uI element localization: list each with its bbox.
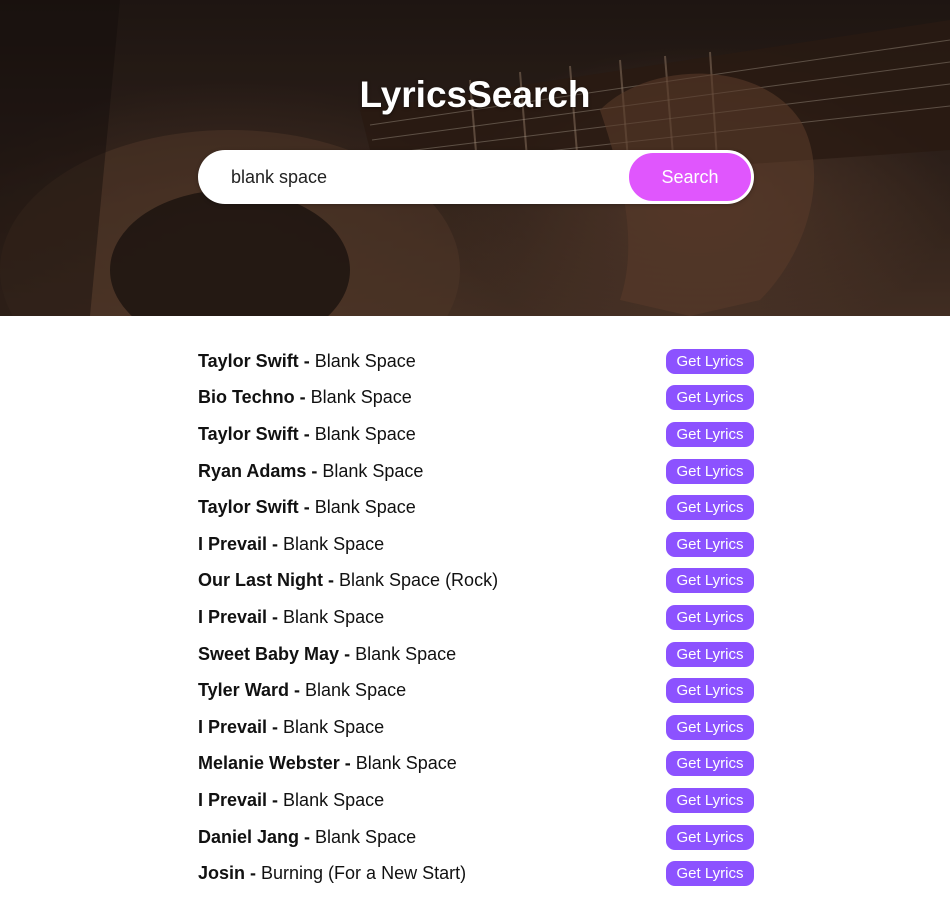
get-lyrics-button[interactable]: Get Lyrics — [666, 678, 754, 704]
separator: - — [306, 460, 323, 481]
results-list: Taylor Swift - Blank Space Get Lyrics Bi… — [198, 343, 754, 892]
song-info: I Prevail - Blank Space — [198, 607, 384, 628]
result-row: Daniel Jang - Blank Space Get Lyrics — [198, 819, 754, 856]
result-row: I Prevail - Blank Space Get Lyrics — [198, 782, 754, 819]
song-info: I Prevail - Blank Space — [198, 790, 384, 811]
get-lyrics-button[interactable]: Get Lyrics — [666, 787, 754, 813]
result-row: Josin - Burning (For a New Start) Get Ly… — [198, 855, 754, 892]
song-info: I Prevail - Blank Space — [198, 534, 384, 555]
artist-name: I Prevail — [198, 716, 268, 737]
song-title: Blank Space — [314, 423, 416, 444]
artist-name: I Prevail — [198, 606, 268, 627]
get-lyrics-button[interactable]: Get Lyrics — [666, 421, 754, 447]
artist-name: Our Last Night — [198, 570, 323, 591]
song-title: Blank Space — [315, 826, 417, 847]
artist-name: Josin — [198, 863, 246, 884]
song-title: Blank Space (Rock) — [339, 570, 499, 591]
song-info: Bio Techno - Blank Space — [198, 387, 412, 408]
artist-name: Taylor Swift — [198, 423, 299, 444]
separator: - — [294, 387, 311, 408]
get-lyrics-button[interactable]: Get Lyrics — [666, 714, 754, 740]
page-title: LyricsSearch — [359, 74, 591, 115]
song-info: I Prevail - Blank Space — [198, 717, 384, 738]
get-lyrics-button[interactable]: Get Lyrics — [666, 348, 754, 374]
get-lyrics-button[interactable]: Get Lyrics — [666, 604, 754, 630]
search-button[interactable]: Search — [628, 152, 752, 202]
artist-name: Bio Techno — [198, 387, 295, 408]
song-title: Blank Space — [310, 387, 412, 408]
result-row: Taylor Swift - Blank Space Get Lyrics — [198, 489, 754, 526]
song-info: Our Last Night - Blank Space (Rock) — [198, 570, 498, 591]
result-row: I Prevail - Blank Space Get Lyrics — [198, 709, 754, 746]
result-row: Bio Techno - Blank Space Get Lyrics — [198, 380, 754, 417]
result-row: Sweet Baby May - Blank Space Get Lyrics — [198, 636, 754, 673]
separator: - — [299, 826, 316, 847]
get-lyrics-button[interactable]: Get Lyrics — [666, 531, 754, 557]
result-row: Our Last Night - Blank Space (Rock) Get … — [198, 563, 754, 600]
result-row: I Prevail - Blank Space Get Lyrics — [198, 599, 754, 636]
song-info: Taylor Swift - Blank Space — [198, 351, 416, 372]
separator: - — [267, 789, 284, 810]
separator: - — [339, 753, 356, 774]
separator: - — [289, 680, 306, 701]
result-row: Taylor Swift - Blank Space Get Lyrics — [198, 416, 754, 453]
get-lyrics-button[interactable]: Get Lyrics — [666, 824, 754, 850]
song-title: Blank Space — [305, 680, 407, 701]
artist-name: Sweet Baby May — [198, 643, 340, 664]
get-lyrics-button[interactable]: Get Lyrics — [666, 751, 754, 777]
artist-name: Melanie Webster — [198, 753, 340, 774]
song-title: Blank Space — [283, 789, 385, 810]
separator: - — [298, 497, 315, 518]
song-info: Ryan Adams - Blank Space — [198, 461, 423, 482]
get-lyrics-button[interactable]: Get Lyrics — [666, 861, 754, 887]
artist-name: Taylor Swift — [198, 497, 299, 518]
result-row: Taylor Swift - Blank Space Get Lyrics — [198, 343, 754, 380]
song-title: Blank Space — [355, 643, 457, 664]
artist-name: Daniel Jang — [198, 826, 300, 847]
song-info: Melanie Webster - Blank Space — [198, 753, 457, 774]
separator: - — [298, 350, 315, 371]
song-title: Blank Space — [314, 497, 416, 518]
song-title: Blank Space — [314, 350, 416, 371]
result-row: Melanie Webster - Blank Space Get Lyrics — [198, 746, 754, 783]
result-row: Tyler Ward - Blank Space Get Lyrics — [198, 672, 754, 709]
separator: - — [298, 423, 315, 444]
search-input[interactable] — [198, 150, 618, 204]
artist-name: I Prevail — [198, 789, 268, 810]
separator: - — [267, 533, 284, 554]
song-info: Josin - Burning (For a New Start) — [198, 863, 466, 884]
song-title: Blank Space — [322, 460, 424, 481]
separator: - — [245, 863, 262, 884]
song-info: Taylor Swift - Blank Space — [198, 424, 416, 445]
song-title: Blank Space — [283, 716, 385, 737]
get-lyrics-button[interactable]: Get Lyrics — [666, 568, 754, 594]
search-form: Search — [198, 150, 754, 204]
song-title: Blank Space — [355, 753, 457, 774]
separator: - — [267, 606, 284, 627]
get-lyrics-button[interactable]: Get Lyrics — [666, 641, 754, 667]
separator: - — [267, 716, 284, 737]
song-title: Burning (For a New Start) — [261, 863, 467, 884]
result-row: I Prevail - Blank Space Get Lyrics — [198, 526, 754, 563]
artist-name: Tyler Ward — [198, 680, 290, 701]
song-info: Daniel Jang - Blank Space — [198, 827, 416, 848]
get-lyrics-button[interactable]: Get Lyrics — [666, 458, 754, 484]
artist-name: Ryan Adams — [198, 460, 307, 481]
song-info: Tyler Ward - Blank Space — [198, 680, 406, 701]
song-info: Taylor Swift - Blank Space — [198, 497, 416, 518]
hero-banner: LyricsSearch Search — [0, 0, 950, 316]
separator: - — [339, 643, 356, 664]
artist-name: I Prevail — [198, 533, 268, 554]
get-lyrics-button[interactable]: Get Lyrics — [666, 495, 754, 521]
separator: - — [323, 570, 339, 591]
result-row: Ryan Adams - Blank Space Get Lyrics — [198, 453, 754, 490]
song-title: Blank Space — [283, 533, 385, 554]
song-title: Blank Space — [283, 606, 385, 627]
get-lyrics-button[interactable]: Get Lyrics — [666, 385, 754, 411]
artist-name: Taylor Swift — [198, 350, 299, 371]
song-info: Sweet Baby May - Blank Space — [198, 644, 456, 665]
